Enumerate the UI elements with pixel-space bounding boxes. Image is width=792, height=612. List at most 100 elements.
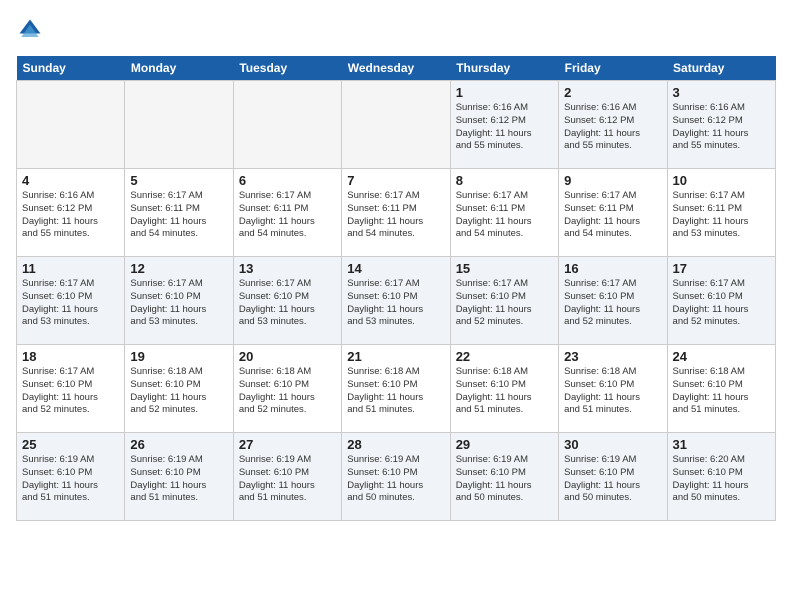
cell-daylight-info: Sunrise: 6:17 AMSunset: 6:10 PMDaylight:…: [22, 278, 119, 329]
cell-daylight-info: Sunrise: 6:20 AMSunset: 6:10 PMDaylight:…: [673, 454, 770, 505]
calendar-cell: 16Sunrise: 6:17 AMSunset: 6:10 PMDayligh…: [559, 257, 667, 345]
cell-daylight-info: Sunrise: 6:18 AMSunset: 6:10 PMDaylight:…: [347, 366, 444, 417]
cell-daylight-info: Sunrise: 6:17 AMSunset: 6:10 PMDaylight:…: [347, 278, 444, 329]
cell-daylight-info: Sunrise: 6:19 AMSunset: 6:10 PMDaylight:…: [130, 454, 227, 505]
week-row: 4Sunrise: 6:16 AMSunset: 6:12 PMDaylight…: [17, 169, 776, 257]
day-number: 2: [564, 85, 661, 100]
day-header-tuesday: Tuesday: [233, 56, 341, 81]
day-number: 12: [130, 261, 227, 276]
week-row: 18Sunrise: 6:17 AMSunset: 6:10 PMDayligh…: [17, 345, 776, 433]
day-number: 1: [456, 85, 553, 100]
day-number: 10: [673, 173, 770, 188]
calendar-cell: 28 Sunrise: 6:19 AMSunset: 6:10 PMDayligh…: [342, 433, 450, 521]
day-number: 5: [130, 173, 227, 188]
day-number: 25: [22, 437, 119, 452]
calendar-cell: 8 Sunrise: 6:17 AMSunset: 6:11 PMDaylight…: [450, 169, 558, 257]
day-number: 21: [347, 349, 444, 364]
calendar-cell: 4Sunrise: 6:16 AMSunset: 6:12 PMDaylight…: [17, 169, 125, 257]
day-number: 9: [564, 173, 661, 188]
day-number: 15: [456, 261, 553, 276]
calendar-cell: 27Sunrise: 6:19 AMSunset: 6:10 PMDayligh…: [233, 433, 341, 521]
day-number: 3: [673, 85, 770, 100]
calendar-table: SundayMondayTuesdayWednesdayThursdayFrid…: [16, 56, 776, 521]
cell-daylight-info: Sunrise: 6:17 AMSunset: 6:10 PMDaylight:…: [564, 278, 661, 329]
cell-daylight-info: Sunrise: 6:17 AMSunset: 6:10 PMDaylight:…: [22, 366, 119, 417]
cell-daylight-info: Sunrise: 6:19 AMSunset: 6:10 PMDaylight:…: [456, 454, 553, 505]
calendar-cell: 3 Sunrise: 6:16 AMSunset: 6:12 PMDaylight…: [667, 81, 775, 169]
cell-daylight-info: Sunrise: 6:17 AMSunset: 6:11 PMDaylight:…: [130, 190, 227, 241]
day-number: 8: [456, 173, 553, 188]
calendar-cell: 9 Sunrise: 6:17 AMSunset: 6:11 PMDaylight…: [559, 169, 667, 257]
cell-daylight-info: Sunrise: 6:16 AMSunset: 6:12 PMDaylight:…: [564, 102, 661, 153]
calendar-cell: [233, 81, 341, 169]
calendar-cell: 24 Sunrise: 6:18 AMSunset: 6:10 PMDayligh…: [667, 345, 775, 433]
day-number: 31: [673, 437, 770, 452]
day-number: 20: [239, 349, 336, 364]
calendar-cell: 18Sunrise: 6:17 AMSunset: 6:10 PMDayligh…: [17, 345, 125, 433]
logo-icon: [16, 16, 44, 44]
cell-daylight-info: Sunrise: 6:17 AMSunset: 6:11 PMDaylight:…: [239, 190, 336, 241]
week-row: 11 Sunrise: 6:17 AMSunset: 6:10 PMDayligh…: [17, 257, 776, 345]
calendar-cell: 23Sunrise: 6:18 AMSunset: 6:10 PMDayligh…: [559, 345, 667, 433]
cell-daylight-info: Sunrise: 6:18 AMSunset: 6:10 PMDaylight:…: [564, 366, 661, 417]
cell-daylight-info: Sunrise: 6:17 AMSunset: 6:10 PMDaylight:…: [456, 278, 553, 329]
day-number: 22: [456, 349, 553, 364]
calendar-cell: 25 Sunrise: 6:19 AMSunset: 6:10 PMDayligh…: [17, 433, 125, 521]
calendar-cell: 17 Sunrise: 6:17 AMSunset: 6:10 PMDayligh…: [667, 257, 775, 345]
calendar-cell: 13Sunrise: 6:17 AMSunset: 6:10 PMDayligh…: [233, 257, 341, 345]
calendar-cell: 10 Sunrise: 6:17 AMSunset: 6:11 PMDayligh…: [667, 169, 775, 257]
day-number: 7: [347, 173, 444, 188]
day-number: 28: [347, 437, 444, 452]
cell-daylight-info: Sunrise: 6:16 AMSunset: 6:12 PMDaylight:…: [673, 102, 770, 153]
calendar-cell: 30 Sunrise: 6:19 AMSunset: 6:10 PMDayligh…: [559, 433, 667, 521]
calendar-cell: 14Sunrise: 6:17 AMSunset: 6:10 PMDayligh…: [342, 257, 450, 345]
calendar-cell: [17, 81, 125, 169]
calendar-cell: 2 Sunrise: 6:16 AMSunset: 6:12 PMDaylight…: [559, 81, 667, 169]
calendar-cell: [125, 81, 233, 169]
cell-daylight-info: Sunrise: 6:16 AMSunset: 6:12 PMDaylight:…: [22, 190, 119, 241]
day-header-wednesday: Wednesday: [342, 56, 450, 81]
calendar-cell: 15 Sunrise: 6:17 AMSunset: 6:10 PMDayligh…: [450, 257, 558, 345]
day-number: 11: [22, 261, 119, 276]
logo: [16, 16, 48, 44]
cell-daylight-info: Sunrise: 6:17 AMSunset: 6:10 PMDaylight:…: [130, 278, 227, 329]
week-row: 25 Sunrise: 6:19 AMSunset: 6:10 PMDayligh…: [17, 433, 776, 521]
cell-daylight-info: Sunrise: 6:17 AMSunset: 6:10 PMDaylight:…: [673, 278, 770, 329]
cell-daylight-info: Sunrise: 6:16 AMSunset: 6:12 PMDaylight:…: [456, 102, 553, 153]
day-header-saturday: Saturday: [667, 56, 775, 81]
day-number: 30: [564, 437, 661, 452]
calendar-cell: 19 Sunrise: 6:18 AMSunset: 6:10 PMDayligh…: [125, 345, 233, 433]
cell-daylight-info: Sunrise: 6:17 AMSunset: 6:10 PMDaylight:…: [239, 278, 336, 329]
day-number: 24: [673, 349, 770, 364]
day-header-sunday: Sunday: [17, 56, 125, 81]
cell-daylight-info: Sunrise: 6:19 AMSunset: 6:10 PMDaylight:…: [22, 454, 119, 505]
cell-daylight-info: Sunrise: 6:18 AMSunset: 6:10 PMDaylight:…: [456, 366, 553, 417]
day-number: 26: [130, 437, 227, 452]
calendar-cell: 7 Sunrise: 6:17 AMSunset: 6:11 PMDaylight…: [342, 169, 450, 257]
cell-daylight-info: Sunrise: 6:17 AMSunset: 6:11 PMDaylight:…: [456, 190, 553, 241]
calendar-cell: 31 Sunrise: 6:20 AMSunset: 6:10 PMDayligh…: [667, 433, 775, 521]
calendar-cell: 22 Sunrise: 6:18 AMSunset: 6:10 PMDayligh…: [450, 345, 558, 433]
cell-daylight-info: Sunrise: 6:18 AMSunset: 6:10 PMDaylight:…: [673, 366, 770, 417]
page-header: [16, 16, 776, 44]
calendar-cell: 21 Sunrise: 6:18 AMSunset: 6:10 PMDayligh…: [342, 345, 450, 433]
calendar-cell: [342, 81, 450, 169]
calendar-cell: 1 Sunrise: 6:16 AMSunset: 6:12 PMDaylight…: [450, 81, 558, 169]
day-header-thursday: Thursday: [450, 56, 558, 81]
cell-daylight-info: Sunrise: 6:19 AMSunset: 6:10 PMDaylight:…: [347, 454, 444, 505]
cell-daylight-info: Sunrise: 6:18 AMSunset: 6:10 PMDaylight:…: [239, 366, 336, 417]
day-number: 19: [130, 349, 227, 364]
cell-daylight-info: Sunrise: 6:17 AMSunset: 6:11 PMDaylight:…: [564, 190, 661, 241]
calendar-cell: 26 Sunrise: 6:19 AMSunset: 6:10 PMDayligh…: [125, 433, 233, 521]
cell-daylight-info: Sunrise: 6:19 AMSunset: 6:10 PMDaylight:…: [564, 454, 661, 505]
day-number: 6: [239, 173, 336, 188]
calendar-cell: 20 Sunrise: 6:18 AMSunset: 6:10 PMDayligh…: [233, 345, 341, 433]
calendar-cell: 11 Sunrise: 6:17 AMSunset: 6:10 PMDayligh…: [17, 257, 125, 345]
week-row: 1 Sunrise: 6:16 AMSunset: 6:12 PMDaylight…: [17, 81, 776, 169]
day-number: 17: [673, 261, 770, 276]
cell-daylight-info: Sunrise: 6:18 AMSunset: 6:10 PMDaylight:…: [130, 366, 227, 417]
cell-daylight-info: Sunrise: 6:17 AMSunset: 6:11 PMDaylight:…: [673, 190, 770, 241]
day-header-friday: Friday: [559, 56, 667, 81]
day-number: 29: [456, 437, 553, 452]
cell-daylight-info: Sunrise: 6:17 AMSunset: 6:11 PMDaylight:…: [347, 190, 444, 241]
